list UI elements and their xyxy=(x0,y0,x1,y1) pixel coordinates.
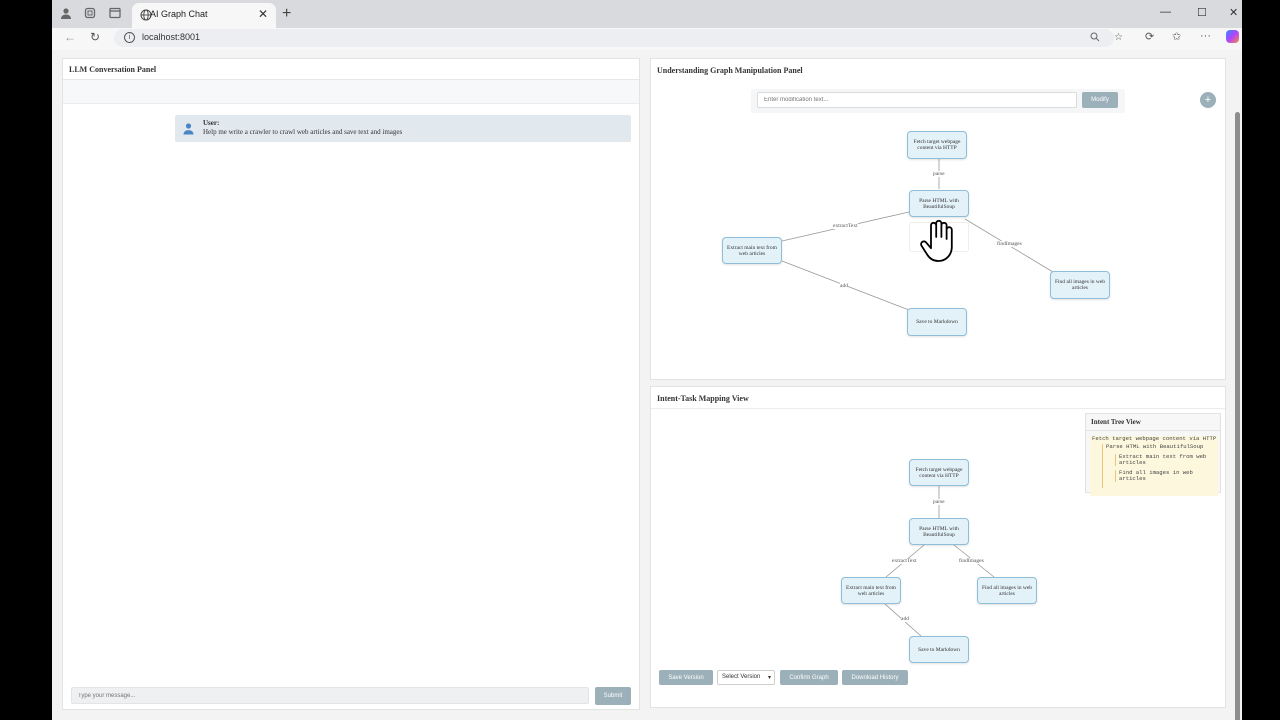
zoom-icon[interactable] xyxy=(1090,32,1100,45)
graph-node-fetch[interactable]: Fetch target webpage content via HTTP xyxy=(907,131,967,159)
graph-node-save[interactable]: Save to Markdown xyxy=(907,308,967,336)
refresh-icon[interactable]: ↻ xyxy=(90,30,100,44)
address-bar[interactable]: i localhost:8001 ☆ xyxy=(114,29,1123,47)
select-version-value: Select Version xyxy=(722,674,761,680)
new-tab-button[interactable]: + xyxy=(282,5,291,23)
message-input[interactable] xyxy=(71,687,589,704)
minimize-button[interactable]: — xyxy=(1160,6,1171,18)
intent-task-mapping-panel: Intent-Task Mapping View Intent Tree Vie… xyxy=(650,386,1226,708)
save-version-button[interactable]: Save Version xyxy=(659,670,713,685)
edge-label-extract-text: extractText xyxy=(833,223,858,229)
select-version-dropdown[interactable]: Select Version ▾ xyxy=(717,670,775,685)
confirm-graph-button[interactable]: Confirm Graph xyxy=(780,670,838,685)
download-history-button[interactable]: Download History xyxy=(842,670,908,685)
back-icon[interactable]: ← xyxy=(64,30,76,44)
url-text: localhost:8001 xyxy=(142,32,201,42)
llm-conversation-panel: LLM Conversation Panel User: Help me wri… xyxy=(62,58,640,710)
workspaces-icon[interactable] xyxy=(82,6,98,22)
extensions-icon[interactable]: ⟳ xyxy=(1145,30,1154,43)
close-window-button[interactable]: ✕ xyxy=(1229,6,1238,19)
message-text: Help me write a crawler to crawl web art… xyxy=(203,128,403,136)
mapping-node-save[interactable]: Save to Markdown xyxy=(909,636,969,663)
edge-label-extract-text: extractText xyxy=(892,558,917,564)
mapping-node-parse[interactable]: Parse HTML with BeautifulSoup xyxy=(909,518,969,545)
tab-bar: AI Graph Chat ✕ + — ☐ ✕ xyxy=(52,0,1242,28)
edge-label-parse: parse xyxy=(933,171,945,177)
page-scrollbar[interactable] xyxy=(1235,112,1240,720)
mapping-node-extract[interactable]: Extract main text from web articles xyxy=(841,577,901,604)
edge-label-add: add xyxy=(901,616,909,622)
user-avatar-icon xyxy=(182,122,195,135)
chevron-down-icon: ▾ xyxy=(767,675,771,681)
edge-label-find-images: findImages xyxy=(959,558,984,564)
mapping-node-fetch[interactable]: Fetch target webpage content via HTTP xyxy=(909,459,969,486)
user-message: User: Help me write a crawler to crawl w… xyxy=(175,115,631,142)
edge-label-add: add xyxy=(840,283,848,289)
browser-window: AI Graph Chat ✕ + — ☐ ✕ ← ↻ i localhost:… xyxy=(52,0,1242,720)
tab-actions-icon[interactable] xyxy=(107,6,123,22)
favorite-star-icon[interactable]: ☆ xyxy=(1114,32,1123,43)
edge-label-find-images: findImages xyxy=(997,241,1022,247)
favorites-icon[interactable]: ✩ xyxy=(1172,30,1181,43)
edge-label-parse: parse xyxy=(933,499,945,505)
site-info-icon[interactable]: i xyxy=(124,32,135,43)
message-sender: User: xyxy=(203,119,220,127)
tab-title: AI Graph Chat xyxy=(150,9,208,19)
graph-node-parse[interactable]: Parse HTML with BeautifulSoup xyxy=(909,190,969,217)
submit-button[interactable]: Submit xyxy=(595,687,631,705)
mapping-node-images[interactable]: Find all images in web articles xyxy=(977,577,1037,604)
conversation-toolbar xyxy=(63,80,639,104)
page-content: LLM Conversation Panel User: Help me wri… xyxy=(52,50,1242,720)
more-menu-icon[interactable]: ··· xyxy=(1200,30,1211,42)
graph-node-images[interactable]: Find all images in web articles xyxy=(1050,271,1110,299)
panel-title: LLM Conversation Panel xyxy=(69,65,157,74)
graph-manipulation-panel: Understanding Graph Manipulation Panel M… xyxy=(650,58,1226,380)
address-row: ← ↻ i localhost:8001 ☆ xyxy=(52,28,1242,48)
profile-icon[interactable] xyxy=(58,6,74,22)
copilot-icon[interactable] xyxy=(1226,30,1239,43)
maximize-button[interactable]: ☐ xyxy=(1197,6,1207,19)
tab-close-icon[interactable]: ✕ xyxy=(258,7,268,21)
graph-node-extract[interactable]: Extract main text from web articles xyxy=(722,237,782,264)
tab-ai-graph-chat[interactable]: AI Graph Chat ✕ xyxy=(132,3,276,28)
hand-cursor-icon xyxy=(913,217,961,270)
